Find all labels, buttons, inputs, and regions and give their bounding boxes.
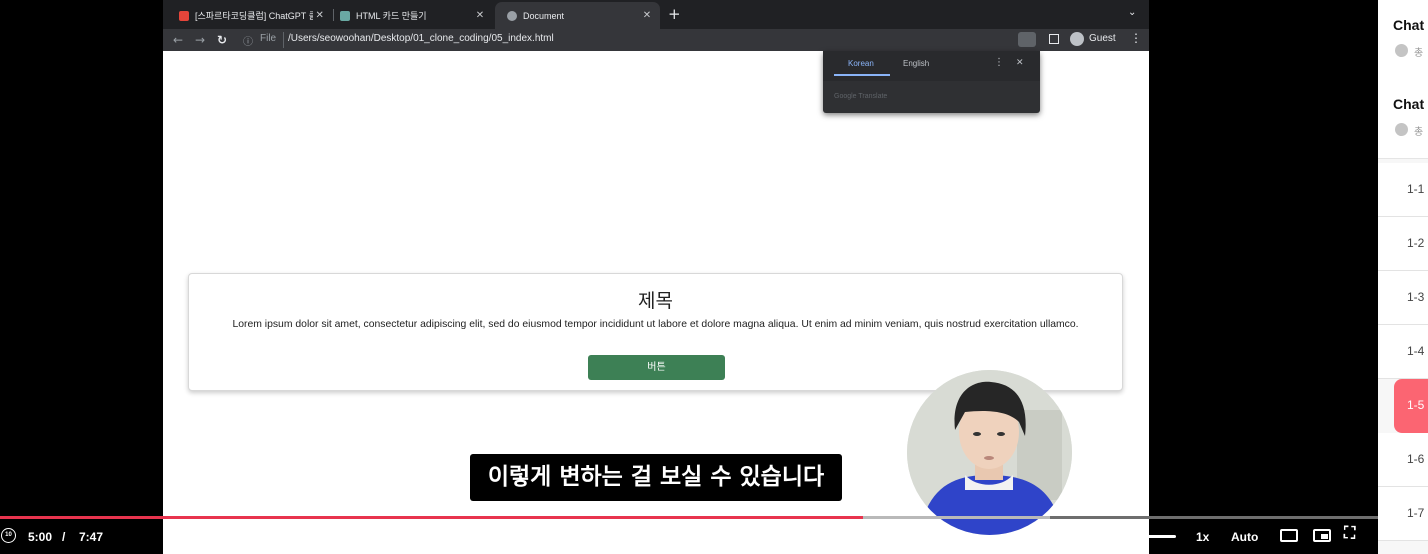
- page-favicon-icon: [340, 10, 350, 21]
- play-circle-icon: [1395, 44, 1408, 57]
- captions-icon[interactable]: [1280, 529, 1298, 542]
- video-player[interactable]: [스파르타코딩클럽] ChatGPT 클론 ✕ HTML 카드 만들기 ✕ Do…: [0, 0, 1378, 554]
- forward-arrow-icon[interactable]: →: [192, 32, 208, 48]
- page-favicon-icon: [179, 10, 189, 21]
- volume-icon[interactable]: 🔊︎: [1082, 526, 1091, 543]
- fullscreen-icon[interactable]: ⛶: [1344, 525, 1355, 543]
- lesson-item[interactable]: 1-1: [1378, 163, 1428, 217]
- url-text: /Users/seowoohan/Desktop/01_clone_coding…: [288, 33, 554, 44]
- tab-title: HTML 카드 만들기: [356, 11, 427, 21]
- volume-slider[interactable]: [1106, 535, 1176, 538]
- speed-button[interactable]: 1x: [1196, 530, 1209, 544]
- quality-button[interactable]: Auto: [1231, 530, 1258, 544]
- omnibox-divider: [283, 32, 284, 48]
- section-subtitle: 총: [1414, 48, 1424, 59]
- lesson-item-active[interactable]: 1-5: [1394, 379, 1428, 433]
- close-icon[interactable]: ✕: [1016, 58, 1024, 68]
- globe-icon: [507, 10, 517, 21]
- duration: 7:47: [79, 530, 104, 544]
- close-tab-icon[interactable]: ✕: [473, 10, 487, 21]
- lesson-label: 1-5: [1407, 398, 1425, 412]
- section-title: Chat: [1393, 96, 1425, 112]
- sidebar-section-header[interactable]: Chat 총: [1378, 79, 1428, 159]
- card-text: Lorem ipsum dolor sit amet, consectetur …: [232, 319, 1079, 330]
- webcam-overlay: [907, 370, 1072, 535]
- more-menu-icon[interactable]: ⋮: [1130, 31, 1142, 45]
- tab-strip: [스파르타코딩클럽] ChatGPT 클론 ✕ HTML 카드 만들기 ✕ Do…: [163, 0, 1149, 29]
- sidebar-section-header[interactable]: Chat 총: [1378, 0, 1428, 80]
- reload-icon[interactable]: ↻: [214, 32, 230, 48]
- translate-tab-indicator: [834, 74, 890, 76]
- translate-brand: Google Translate: [834, 93, 888, 100]
- lesson-item[interactable]: 1-4: [1378, 325, 1428, 379]
- lesson-item[interactable]: 1-2: [1378, 217, 1428, 271]
- rewind-10-icon[interactable]: 10: [1, 528, 16, 543]
- lesson-item[interactable]: 1-6: [1378, 433, 1428, 487]
- translate-popup: Korean English ⋮ ✕ Google Translate: [823, 51, 1040, 113]
- browser-tab-chatgpt[interactable]: [스파르타코딩클럽] ChatGPT 클론 ✕: [167, 2, 332, 29]
- play-circle-icon: [1395, 123, 1408, 136]
- section-subtitle: 총: [1414, 127, 1424, 138]
- presenter-image: [907, 370, 1072, 535]
- picture-in-picture-icon[interactable]: [1313, 529, 1331, 542]
- lesson-label: 1-3: [1407, 290, 1425, 304]
- scheme-label: File: [260, 33, 277, 44]
- lesson-label: 1-2: [1407, 236, 1425, 250]
- lesson-item[interactable]: 1-7: [1378, 487, 1428, 541]
- lesson-label: 1-6: [1407, 452, 1425, 466]
- avatar-icon[interactable]: [1070, 32, 1084, 46]
- info-icon[interactable]: ⓘ: [243, 33, 253, 48]
- time-separator: /: [62, 530, 66, 544]
- card-title: 제목: [638, 290, 673, 312]
- lesson-label: 1-7: [1407, 506, 1425, 520]
- lesson-label: 1-1: [1407, 182, 1425, 196]
- side-panel-icon[interactable]: [1049, 34, 1059, 44]
- lesson-item[interactable]: 1-3: [1378, 271, 1428, 325]
- browser-tab-card[interactable]: HTML 카드 만들기 ✕: [328, 2, 493, 29]
- tab-title: [스파르타코딩클럽] ChatGPT 클론: [195, 11, 314, 21]
- new-tab-button[interactable]: +: [668, 5, 681, 23]
- current-time: 5:00: [28, 530, 53, 544]
- omnibox[interactable]: ⓘ File /Users/seowoohan/Desktop/01_clone…: [243, 32, 923, 48]
- translate-tab-korean[interactable]: Korean: [848, 59, 874, 68]
- card-button[interactable]: 버튼: [588, 355, 725, 380]
- profile-label[interactable]: Guest: [1089, 33, 1116, 44]
- translate-tab-english[interactable]: English: [903, 59, 929, 68]
- close-tab-icon[interactable]: ✕: [313, 10, 326, 21]
- subtitle-caption: 이렇게 변하는 걸 보실 수 있습니다: [470, 454, 842, 501]
- tab-search-chevron-icon[interactable]: ⌄: [1128, 7, 1136, 18]
- lesson-label: 1-4: [1407, 344, 1425, 358]
- browser-tab-document[interactable]: Document ✕: [495, 2, 660, 29]
- translate-icon[interactable]: [1018, 32, 1036, 47]
- browser-toolbar: ← → ↻ ⓘ File /Users/seowoohan/Desktop/01…: [163, 29, 1149, 51]
- tab-title: Document: [523, 10, 565, 21]
- lesson-sidebar: Chat 총 Chat 총 1-1 1-2 1-3 1-4 1-5 1-6 1-…: [1378, 0, 1428, 554]
- section-title: Chat: [1393, 17, 1425, 33]
- close-tab-icon[interactable]: ✕: [640, 10, 654, 21]
- back-arrow-icon[interactable]: ←: [170, 32, 186, 48]
- translate-options-icon[interactable]: ⋮: [994, 57, 1004, 68]
